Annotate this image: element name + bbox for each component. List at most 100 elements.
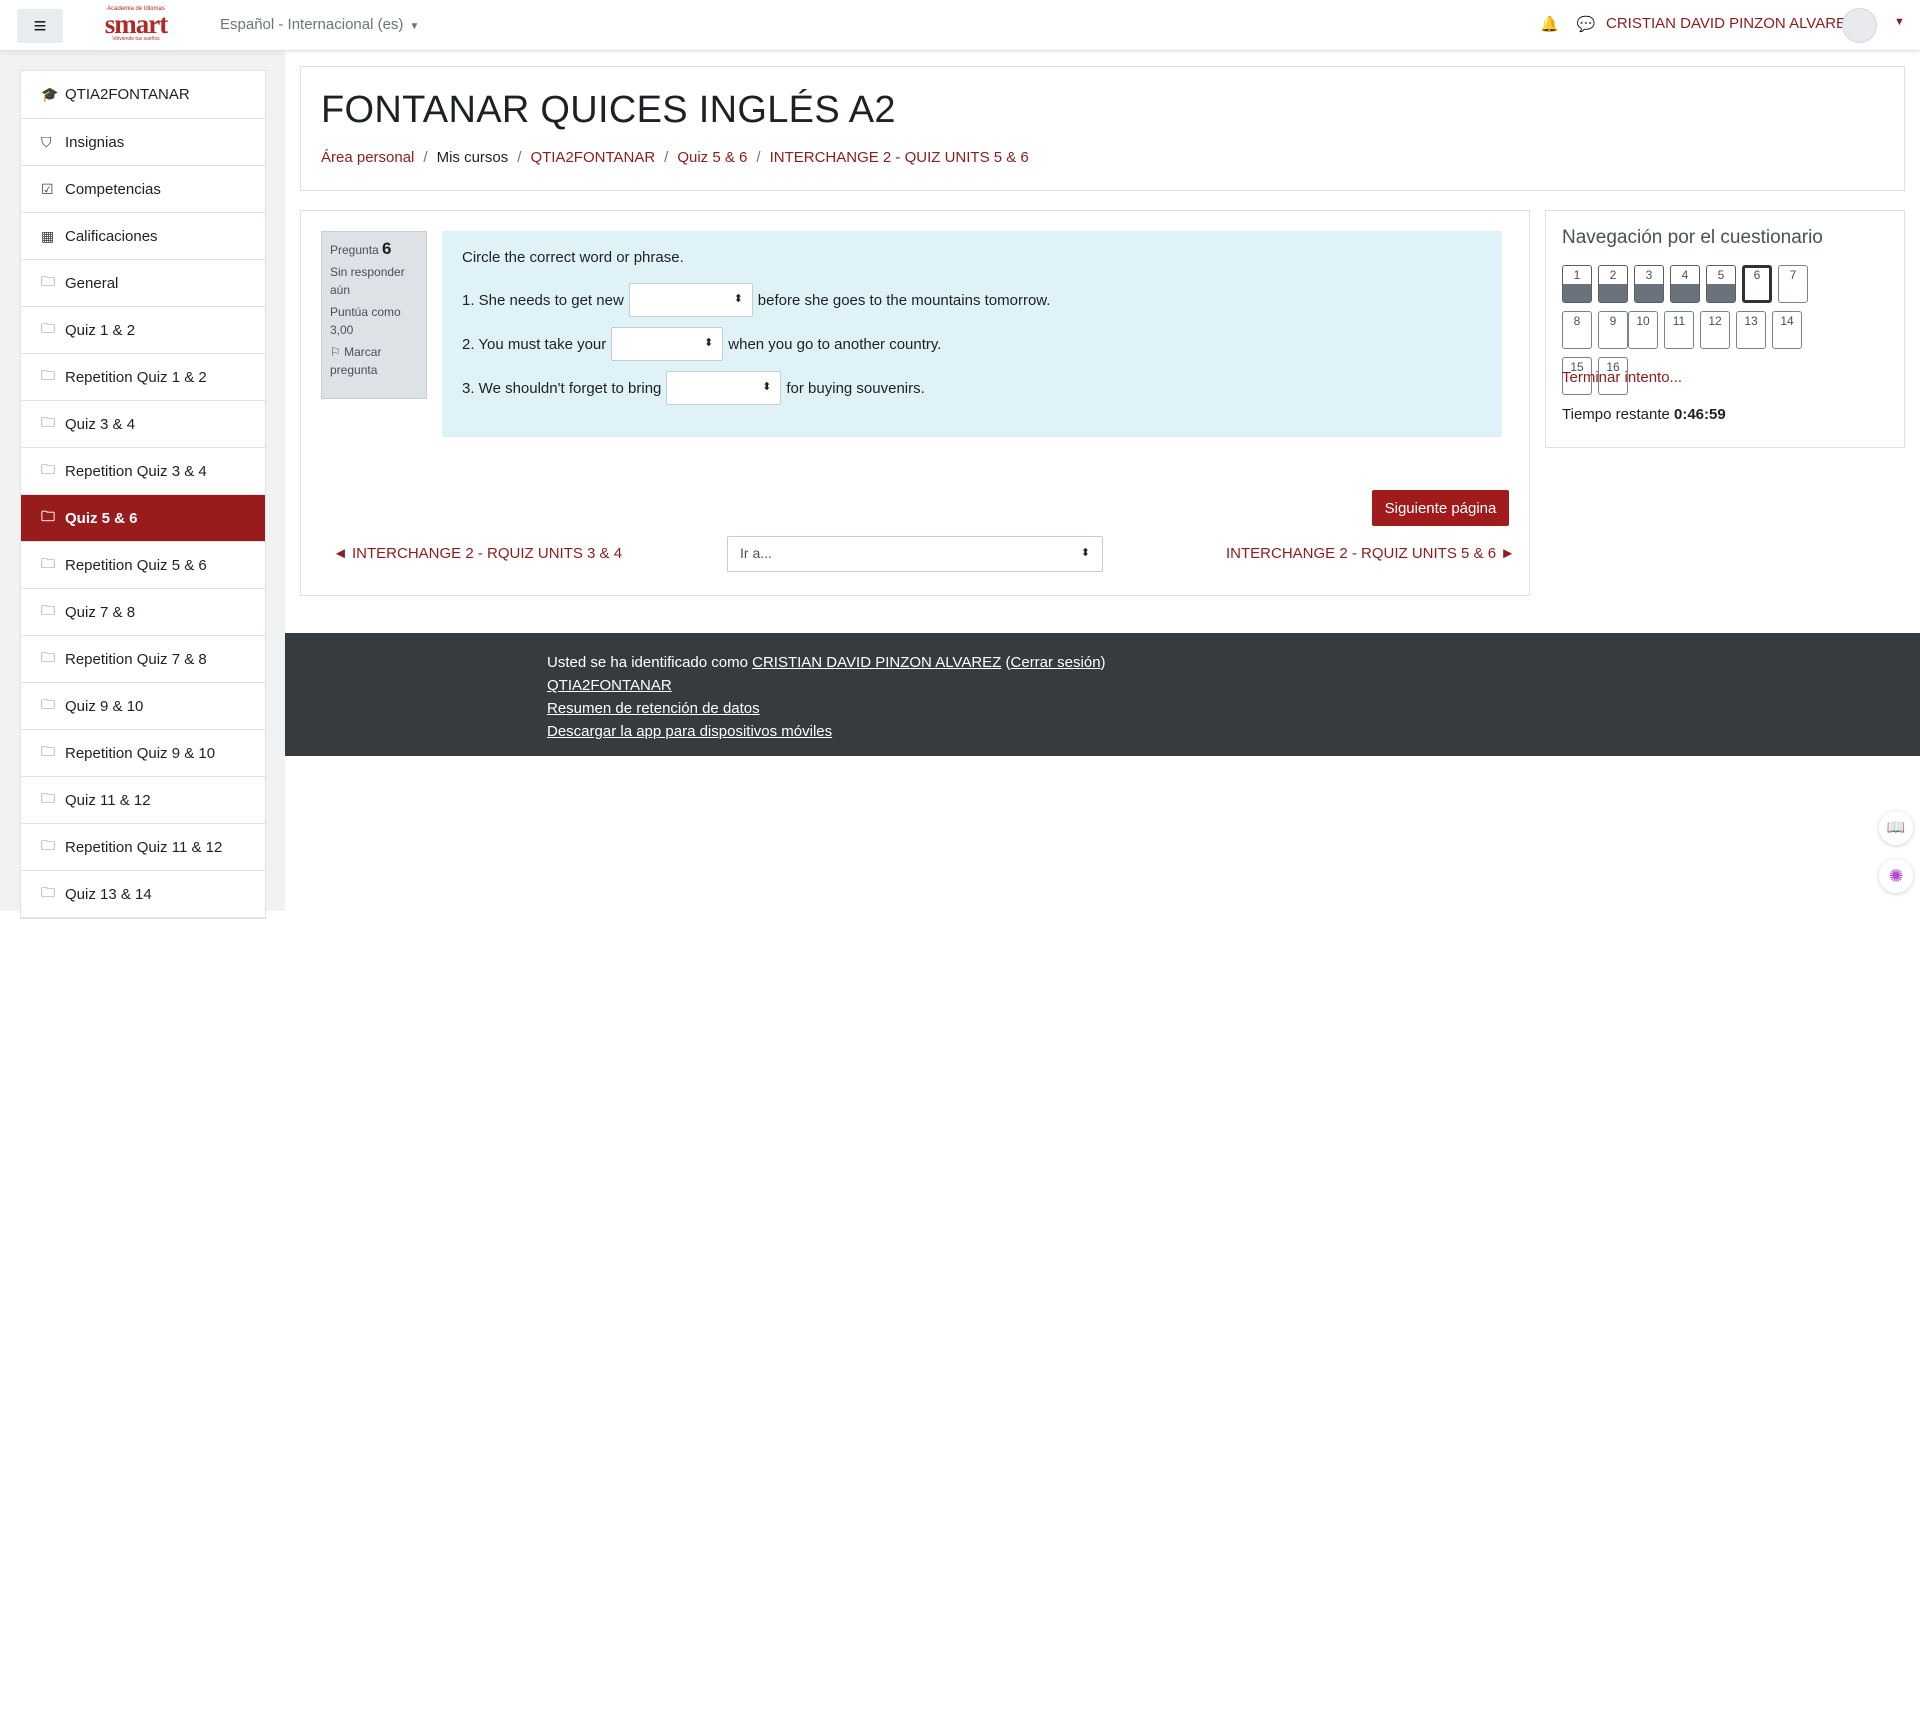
quiz-nav-button[interactable]: 8 [1562,311,1592,349]
sidebar-item[interactable]: 🗀 Quiz 5 & 6 [21,495,265,542]
question-info: Pregunta 6 Sin responder aún Puntúa como… [321,231,427,399]
caret-down-icon[interactable]: ▼ [1894,16,1905,28]
flag-question[interactable]: ⚐ Marcar pregunta [330,343,418,379]
quiz-nav-button[interactable]: 7 [1778,265,1808,303]
quiz-nav-button[interactable]: 13 [1736,311,1766,349]
quiz-nav-button[interactable]: 11 [1664,311,1694,349]
quiz-nav-button[interactable]: 12 [1700,311,1730,349]
sidebar-item[interactable]: 🎓 QTIA2FONTANAR [21,71,265,119]
quiz-nav-button[interactable]: 6 [1742,1063,1772,1101]
quiz-nav-button[interactable]: 12 [1700,1109,1730,1147]
quiz-nav-button[interactable]: 10 [1628,311,1658,349]
sidebar-item[interactable]: ☑ Competencias [21,166,265,213]
sidebar-item[interactable]: 🗀 Repetition Quiz 3 & 4 [21,448,265,495]
answer-select-1[interactable]: ⬍ [629,1081,753,1115]
quiz-nav-button[interactable]: 15 [1562,1155,1592,1193]
sidebar-item[interactable]: 🗀 Repetition Quiz 9 & 10 [21,730,265,777]
quiz-nav-button[interactable]: 13 [1736,1109,1766,1147]
brain-icon[interactable]: ✺ [1879,859,1913,893]
answer-select-3[interactable]: ⬍ [666,1169,781,1203]
next-activity-link[interactable]: INTERCHANGE 2 - RQUIZ UNITS 5 & 6 ► [1226,545,1515,562]
question-item: 2. You must take your ⬍ when you go to a… [462,1120,1482,1164]
quiz-nav-button[interactable]: 4 [1670,1063,1700,1101]
quiz-nav-button[interactable]: 3 [1634,1063,1664,1101]
mobile-app-link[interactable]: Descargar la app para dispositivos móvil… [547,1521,832,1538]
breadcrumb-course[interactable]: QTIA2FONTANAR [530,877,655,894]
user-menu-name[interactable]: CRISTIAN DAVID PINZON ALVAREZ [1606,15,1855,32]
breadcrumb-quiz[interactable]: INTERCHANGE 2 - QUIZ UNITS 5 & 6 [770,149,1029,166]
sidebar-item[interactable]: 🗀 General [21,260,265,307]
breadcrumb-section[interactable]: Quiz 5 & 6 [677,877,747,894]
quiz-nav-button[interactable]: 14 [1772,311,1802,349]
answer-select-3[interactable]: ⬍ [666,371,782,405]
sidebar-item-label: Quiz 1 & 2 [65,321,136,339]
chat-icon[interactable]: 💬 [1577,16,1596,33]
answer-select-2[interactable]: ⬍ [611,327,724,361]
reader-icon[interactable]: 📖 [1879,811,1913,845]
quiz-nav-button[interactable]: 9 [1598,1109,1628,1147]
data-retention-link[interactable]: Resumen de retención de datos [547,1498,760,1515]
quiz-nav-button[interactable]: 4 [1670,265,1700,303]
data-retention-link[interactable]: Resumen de retención de datos [547,700,760,717]
sidebar-item[interactable]: 🗀 Repetition Quiz 1 & 2 [21,354,265,401]
next-activity-link[interactable]: INTERCHANGE 2 - RQUIZ UNITS 5 & 6 ► [1226,1343,1515,1360]
avatar[interactable] [1842,8,1877,43]
quiz-nav-button[interactable]: 1 [1562,265,1592,303]
footer-course-link[interactable]: QTIA2FONTANAR [547,1475,672,1492]
site-logo[interactable]: Academia de Idiomas smart Volviendo tus … [104,6,168,44]
hamburger-icon[interactable]: ≡ [17,9,63,43]
quiz-nav-button[interactable]: 2 [1598,265,1628,303]
sidebar-item[interactable]: 🗀 Quiz 3 & 4 [21,401,265,448]
jump-to-select[interactable]: Ir a... ⬍ [727,1334,1103,1370]
quiz-nav-button[interactable]: 6 [1742,265,1772,303]
quiz-nav-button[interactable]: 10 [1628,1109,1658,1147]
sidebar-item[interactable]: 🗀 Quiz 7 & 8 [21,589,265,636]
sidebar-item[interactable]: ▦ Calificaciones [21,213,265,260]
question-content: Circle the correct word or phrase. 1. Sh… [442,231,1502,437]
sidebar-item[interactable]: 🗀 Quiz 13 & 14 [21,871,265,918]
flag-question[interactable]: ⚐ Marcar pregunta [330,1141,418,1177]
quiz-nav-button[interactable]: 9 [1598,311,1628,349]
quiz-nav-button[interactable]: 3 [1634,265,1664,303]
sidebar-item[interactable]: 🗀 Repetition Quiz 5 & 6 [21,542,265,589]
quiz-nav-button[interactable]: 5 [1706,1063,1736,1101]
bell-icon[interactable]: 🔔 [1540,16,1559,33]
reader-icon[interactable]: 📖 [1879,1609,1913,1643]
finish-attempt-link[interactable]: Terminar intento... [1562,1167,1682,1184]
footer-user-link[interactable]: CRISTIAN DAVID PINZON ALVAREZ [752,654,1001,671]
breadcrumb-course[interactable]: QTIA2FONTANAR [530,149,655,166]
mobile-app-link[interactable]: Descargar la app para dispositivos móvil… [547,723,832,740]
next-page-button[interactable]: Siguiente página [1372,1288,1509,1324]
sidebar-item[interactable]: 🗀 Quiz 1 & 2 [21,307,265,354]
answer-select-2[interactable]: ⬍ [611,1125,723,1159]
quiz-nav-button[interactable]: 14 [1772,1109,1802,1147]
breadcrumb-area-personal[interactable]: Área personal [321,877,414,894]
logout-link[interactable]: Cerrar sesión [1011,1452,1101,1469]
footer-user-link[interactable]: CRISTIAN DAVID PINZON ALVAREZ [752,1452,1001,1469]
quiz-nav-button[interactable]: 7 [1778,1063,1808,1101]
quiz-nav-button[interactable]: 5 [1706,265,1736,303]
quiz-nav-button[interactable]: 1 [1562,1063,1592,1101]
sidebar-item[interactable]: 🗀 Repetition Quiz 11 & 12 [21,824,265,871]
quiz-nav-button[interactable]: 8 [1562,1109,1592,1147]
footer-course-link[interactable]: QTIA2FONTANAR [547,677,672,694]
logout-link[interactable]: Cerrar sesión [1011,654,1101,671]
prev-activity-link[interactable]: ◄ INTERCHANGE 2 - RQUIZ UNITS 3 & 4 [333,1343,622,1360]
prev-activity-link[interactable]: ◄ INTERCHANGE 2 - RQUIZ UNITS 3 & 4 [333,545,622,562]
next-page-button[interactable]: Siguiente página [1372,490,1509,526]
breadcrumb-area-personal[interactable]: Área personal [321,149,414,166]
sidebar-item[interactable]: 🗀 Quiz 11 & 12 [21,777,265,824]
quiz-nav-button[interactable]: 2 [1598,1063,1628,1101]
breadcrumb-quiz[interactable]: INTERCHANGE 2 - QUIZ UNITS 5 & 6 [770,877,1029,894]
breadcrumb-section[interactable]: Quiz 5 & 6 [677,149,747,166]
question-number: 6 [382,239,392,258]
answer-select-1[interactable]: ⬍ [628,283,753,317]
sidebar-item[interactable]: ⛉ Insignias [21,119,265,166]
quiz-nav-button[interactable]: 11 [1664,1109,1694,1147]
sidebar-item[interactable]: 🗀 Quiz 9 & 10 [21,683,265,730]
brain-icon[interactable]: ✺ [1879,1657,1913,1691]
jump-to-select[interactable]: Ir a... ⬍ [727,536,1103,572]
sidebar-item[interactable]: 🗀 Repetition Quiz 7 & 8 [21,636,265,683]
language-menu[interactable]: Español - Internacional (es) ▼ [220,16,419,33]
quiz-nav-button[interactable]: 16 [1598,1155,1628,1193]
